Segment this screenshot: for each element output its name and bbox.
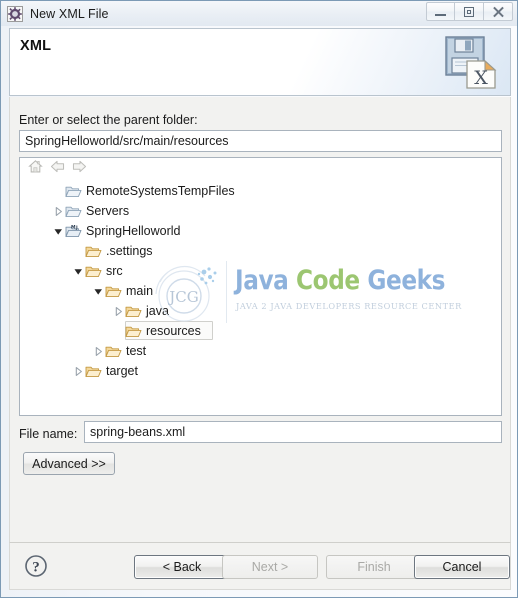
- xml-file-save-icon: X: [443, 35, 501, 91]
- chevron-right-icon[interactable]: [72, 365, 85, 378]
- tree-item-label: src: [106, 263, 123, 278]
- window-titlebar[interactable]: New XML File: [1, 1, 517, 26]
- tree-item-main[interactable]: main: [20, 281, 501, 301]
- folder-icon: [85, 264, 102, 279]
- window-controls: [426, 2, 513, 22]
- page-title: XML: [20, 38, 52, 54]
- cancel-button[interactable]: Cancel: [414, 555, 510, 579]
- finish-button: Finish: [326, 555, 422, 579]
- chevron-down-icon[interactable]: [92, 285, 105, 298]
- forward-button[interactable]: [68, 159, 90, 179]
- svg-text:X: X: [474, 67, 488, 89]
- parent-folder-label: Enter or select the parent folder:: [19, 113, 198, 127]
- folder-icon: [85, 244, 102, 259]
- tree-item-label: Servers: [86, 203, 130, 218]
- tree-item-test[interactable]: test: [20, 341, 501, 361]
- tree-item-label: .settings: [106, 243, 153, 258]
- tree-toolbar: [20, 158, 501, 180]
- folder-icon: [125, 324, 142, 339]
- maximize-icon: [464, 6, 474, 17]
- help-button[interactable]: ?: [24, 554, 48, 578]
- tree-item-target[interactable]: target: [20, 361, 501, 381]
- folder-icon: [105, 344, 122, 359]
- tree-item-label: target: [106, 363, 138, 378]
- tree-item-springhelloworld[interactable]: M J SpringHelloworld: [20, 221, 501, 241]
- chevron-right-icon[interactable]: [112, 305, 125, 318]
- forward-arrow-icon: [72, 160, 87, 178]
- folder-grey-icon: [65, 184, 82, 199]
- maximize-button[interactable]: [455, 2, 484, 21]
- chevron-right-icon[interactable]: [52, 205, 65, 218]
- tree-item-label: RemoteSystemsTempFiles: [86, 183, 235, 198]
- minimize-button[interactable]: [426, 2, 455, 21]
- chevron-right-icon[interactable]: [92, 345, 105, 358]
- tree-item-label: test: [126, 343, 147, 358]
- folder-tree-list: RemoteSystemsTempFiles Servers M J SpringHel…: [20, 181, 501, 381]
- advanced-button[interactable]: Advanced >>: [23, 452, 115, 475]
- back-button[interactable]: [46, 159, 68, 179]
- parent-folder-input[interactable]: [19, 130, 502, 152]
- svg-text:J: J: [75, 225, 78, 231]
- tree-item-settings[interactable]: .settings: [20, 241, 501, 261]
- filename-label: File name:: [19, 427, 78, 441]
- tree-item-label: main: [126, 283, 154, 298]
- tree-item-label: resources: [146, 323, 201, 338]
- folder-icon: [125, 304, 142, 319]
- folder-grey-icon: [65, 204, 82, 219]
- home-icon: [27, 159, 43, 179]
- dialog-footer: ? < Back Next > Finish Cancel: [9, 542, 511, 590]
- home-button[interactable]: [24, 159, 46, 179]
- tree-item-servers[interactable]: Servers: [20, 201, 501, 221]
- chevron-down-icon[interactable]: [52, 225, 65, 238]
- folder-tree-panel[interactable]: RemoteSystemsTempFiles Servers M J SpringHel…: [19, 157, 502, 416]
- new-xml-file-dialog: New XML File XML X Enter or select the p…: [0, 0, 518, 598]
- tree-item-label: SpringHelloworld: [86, 223, 181, 238]
- window-title: New XML File: [30, 6, 109, 21]
- next-button: Next >: [222, 555, 318, 579]
- back-arrow-icon: [50, 160, 65, 178]
- wizard-banner: XML X: [9, 28, 511, 96]
- tree-item-resources[interactable]: resources: [20, 321, 501, 341]
- tree-item-label: java: [146, 303, 169, 318]
- close-button[interactable]: [484, 2, 513, 21]
- back-button[interactable]: < Back: [134, 555, 230, 579]
- tree-item-remotesystemstempfiles[interactable]: RemoteSystemsTempFiles: [20, 181, 501, 201]
- filename-input[interactable]: [84, 421, 502, 443]
- dialog-body: Enter or select the parent folder: Sprin…: [9, 97, 511, 542]
- svg-text:?: ?: [32, 560, 40, 576]
- close-icon: [492, 6, 504, 18]
- help-question-icon: ?: [25, 555, 47, 577]
- folder-icon: [105, 284, 122, 299]
- folder-icon: [85, 364, 102, 379]
- tree-item-src[interactable]: src: [20, 261, 501, 281]
- maven-project-icon: MJ: [65, 224, 82, 239]
- tree-item-java[interactable]: java: [20, 301, 501, 321]
- xml-gear-icon: [7, 5, 23, 22]
- minimize-icon: [435, 12, 446, 16]
- chevron-down-icon[interactable]: [72, 265, 85, 278]
